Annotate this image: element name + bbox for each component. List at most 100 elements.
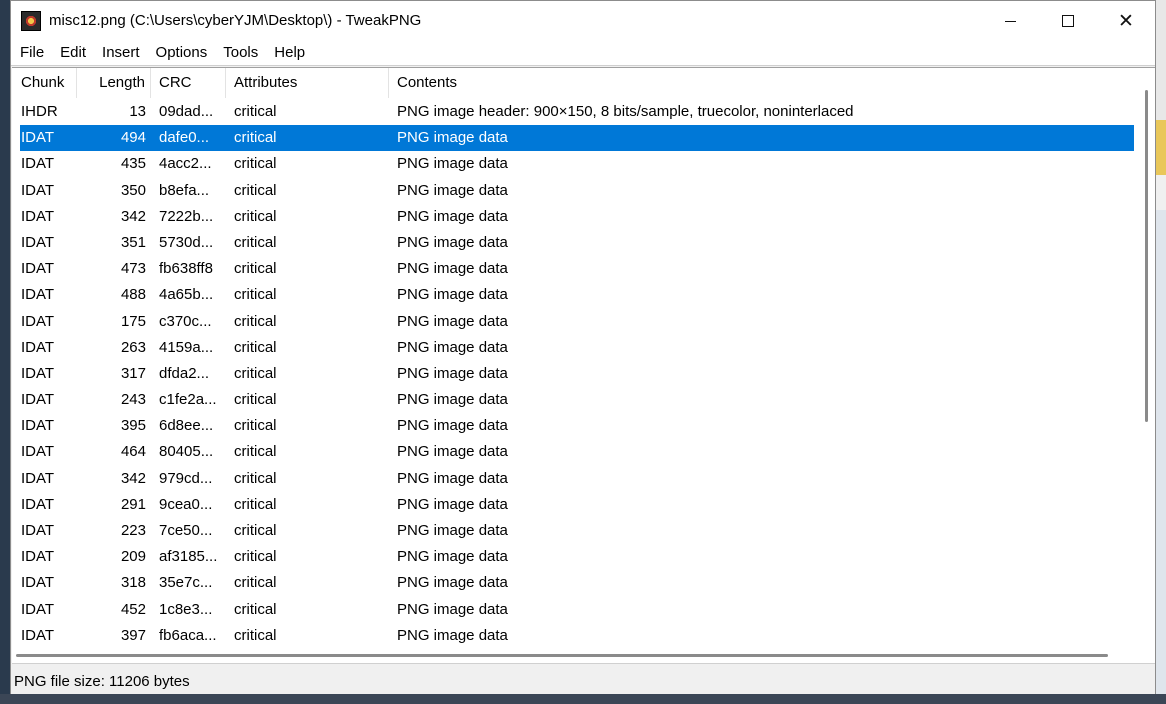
cell-chunk: IDAT — [21, 260, 55, 278]
column-crc[interactable]: CRC — [151, 68, 226, 98]
cell-attributes: critical — [234, 626, 277, 644]
cell-length: 395 — [120, 417, 146, 435]
cell-length: 435 — [120, 155, 146, 173]
cell-crc: 80405... — [159, 443, 214, 461]
cell-crc: 4acc2... — [159, 155, 212, 173]
tweakpng-app-icon[interactable] — [21, 11, 41, 31]
cell-crc: 7ce50... — [159, 522, 213, 539]
table-row[interactable]: IDAT 464 80405... critical PNG image data — [12, 439, 1136, 465]
cell-crc: fb6aca... — [159, 626, 217, 644]
cell-chunk: IDAT — [21, 626, 55, 644]
table-row[interactable]: IDAT 473 fb638ff8 critical PNG image data — [12, 256, 1136, 282]
cell-length: 342 — [120, 469, 146, 487]
table-row[interactable]: IDAT 263 4159a... critical PNG image data — [12, 335, 1136, 361]
cell-attributes: critical — [234, 103, 277, 120]
menu-tools[interactable]: Tools — [215, 41, 266, 65]
cell-crc: 4159a... — [159, 338, 214, 356]
minimize-button[interactable] — [981, 1, 1039, 41]
cell-attributes: critical — [234, 233, 277, 251]
cell-attributes: critical — [234, 522, 277, 539]
table-row[interactable]: IDAT 291 9cea0... critical PNG image data — [12, 492, 1136, 518]
cell-contents: PNG image data — [397, 155, 508, 173]
cell-chunk: IDAT — [21, 469, 55, 487]
table-row[interactable]: IDAT 488 4a65b... critical PNG image data — [12, 282, 1136, 308]
cell-chunk: IDAT — [21, 233, 55, 251]
table-row[interactable]: IDAT 395 6d8ee... critical PNG image data — [12, 413, 1136, 439]
table-row[interactable]: IDAT 350 b8efa... critical PNG image data — [12, 178, 1136, 204]
close-icon: ✕ — [1118, 10, 1134, 32]
chunk-rows: IHDR 13 09dad... critical PNG image header: … — [12, 99, 1136, 649]
status-bar: PNG file size: 11206 bytes — [11, 669, 1155, 694]
menu-file[interactable]: File — [11, 41, 52, 65]
table-row[interactable]: IDAT 209 af3185... critical PNG image data — [12, 544, 1136, 570]
cell-chunk: IDAT — [21, 600, 55, 618]
cell-length: 317 — [120, 364, 146, 382]
vertical-scroll-thumb[interactable] — [1145, 90, 1148, 422]
tweakpng-window: misc12.png (C:\Users\cyberYJM\Desktop\) … — [10, 0, 1156, 694]
menu-help[interactable]: Help — [266, 41, 313, 65]
cell-crc: dafe0... — [159, 129, 210, 147]
table-row[interactable]: IDAT 342 7222b... critical PNG image data — [12, 204, 1136, 230]
cell-chunk: IDAT — [21, 443, 55, 461]
cell-attributes: critical — [234, 338, 277, 356]
cell-chunk: IDAT — [21, 129, 55, 147]
table-row[interactable]: IDAT 494 dafe0... critical PNG image data — [20, 125, 1134, 152]
cell-attributes: critical — [234, 207, 277, 225]
table-row[interactable]: IDAT 397 fb6aca... critical PNG image data — [12, 623, 1136, 649]
desktop-background-right — [1156, 0, 1166, 704]
cell-contents: PNG image data — [397, 312, 508, 330]
menu-options[interactable]: Options — [148, 41, 216, 65]
table-row[interactable]: IDAT 342 979cd... critical PNG image data — [12, 466, 1136, 492]
cell-length: 494 — [120, 129, 146, 147]
table-row[interactable]: IDAT 318 35e7c... critical PNG image data — [12, 570, 1136, 596]
table-row[interactable]: IHDR 13 09dad... critical PNG image header: … — [12, 99, 1136, 125]
horizontal-scroll-thumb[interactable] — [16, 654, 1108, 657]
column-length[interactable]: Length — [77, 68, 151, 98]
menu-edit[interactable]: Edit — [52, 41, 94, 65]
cell-crc: 7222b... — [159, 207, 214, 225]
cell-attributes: critical — [234, 181, 277, 199]
window-title: misc12.png (C:\Users\cyberYJM\Desktop\) … — [49, 12, 422, 29]
table-row[interactable]: IDAT 243 c1fe2a... critical PNG image data — [12, 387, 1136, 413]
title-bar[interactable]: misc12.png (C:\Users\cyberYJM\Desktop\) … — [11, 1, 1155, 41]
table-row[interactable]: IDAT 223 7ce50... critical PNG image data — [12, 518, 1136, 544]
cell-contents: PNG image data — [397, 286, 508, 304]
minimize-icon — [1004, 20, 1016, 22]
cell-length: 488 — [120, 286, 146, 304]
table-row[interactable]: IDAT 435 4acc2... critical PNG image data — [12, 151, 1136, 177]
horizontal-scrollbar[interactable] — [12, 648, 1138, 663]
cell-chunk: IDAT — [21, 364, 55, 382]
close-button[interactable]: ✕ — [1097, 1, 1155, 41]
menu-insert[interactable]: Insert — [94, 41, 148, 65]
table-row[interactable]: IDAT 351 5730d... critical PNG image data — [12, 230, 1136, 256]
cell-length: 473 — [120, 260, 146, 278]
column-contents[interactable]: Contents — [389, 68, 1136, 98]
cell-contents: PNG image data — [397, 522, 508, 539]
cell-contents: PNG image data — [397, 391, 508, 409]
cell-chunk: IDAT — [21, 181, 55, 199]
column-header: Chunk Length CRC Attributes Contents — [12, 68, 1136, 98]
cell-crc: 35e7c... — [159, 574, 213, 592]
chunk-list[interactable]: Chunk Length CRC Attributes Contents IHD… — [12, 67, 1155, 664]
cell-length: 175 — [120, 312, 146, 330]
cell-contents: PNG image data — [397, 260, 508, 278]
column-chunk[interactable]: Chunk — [12, 68, 77, 98]
column-attributes[interactable]: Attributes — [226, 68, 389, 98]
cell-attributes: critical — [234, 129, 277, 147]
table-row[interactable]: IDAT 452 1c8e3... critical PNG image data — [12, 597, 1136, 623]
cell-length: 350 — [120, 181, 146, 199]
vertical-scrollbar[interactable] — [1138, 68, 1155, 648]
cell-crc: c370c... — [159, 312, 212, 330]
cell-length: 223 — [120, 522, 146, 539]
cell-attributes: critical — [234, 391, 277, 409]
table-row[interactable]: IDAT 175 c370c... critical PNG image data — [12, 309, 1136, 335]
cell-crc: dfda2... — [159, 364, 210, 382]
cell-contents: PNG image data — [397, 626, 508, 644]
cell-contents: PNG image data — [397, 233, 508, 251]
maximize-button[interactable] — [1039, 1, 1097, 41]
cell-chunk: IDAT — [21, 286, 55, 304]
cell-chunk: IDAT — [21, 522, 55, 539]
cell-crc: 9cea0... — [159, 495, 213, 513]
table-row[interactable]: IDAT 317 dfda2... critical PNG image data — [12, 361, 1136, 387]
cell-attributes: critical — [234, 260, 277, 278]
